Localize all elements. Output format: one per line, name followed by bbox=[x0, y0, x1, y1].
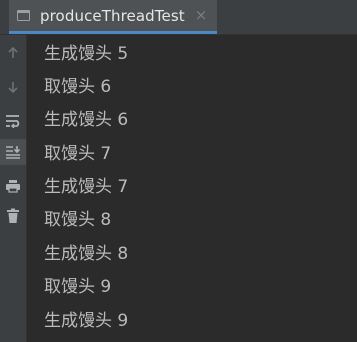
up-arrow-icon[interactable] bbox=[0, 40, 26, 66]
console-line: 生成馒头 7 bbox=[44, 177, 129, 197]
console-line: 取馒头 9 bbox=[44, 277, 112, 297]
soft-wrap-icon[interactable] bbox=[0, 108, 26, 134]
close-icon[interactable]: × bbox=[195, 8, 208, 23]
console-line: 生成馒头 6 bbox=[44, 110, 129, 130]
console-line: 生成馒头 9 bbox=[44, 311, 129, 331]
tab-bar: produceThreadTest × bbox=[0, 0, 357, 35]
tab-produce-thread-test[interactable]: produceThreadTest × bbox=[9, 0, 218, 34]
tab-title: produceThreadTest bbox=[40, 6, 185, 25]
console-line: 取馒头 8 bbox=[44, 210, 112, 230]
console-line: 生成馒头 5 bbox=[44, 44, 129, 64]
run-console-window: produceThreadTest × 生成馒头 5 取馒头 6 生成馒头 6 … bbox=[0, 0, 357, 342]
console-line: 取馒头 7 bbox=[44, 144, 112, 164]
console-toolbar bbox=[0, 35, 27, 342]
console-output[interactable]: 生成馒头 5 取馒头 6 生成馒头 6 取馒头 7 生成馒头 7 取馒头 8 生… bbox=[27, 35, 357, 342]
console-line: 生成馒头 8 bbox=[44, 244, 129, 264]
print-icon[interactable] bbox=[0, 173, 26, 199]
trash-icon[interactable] bbox=[0, 203, 26, 229]
console-line: 取馒头 6 bbox=[44, 77, 112, 97]
down-arrow-icon[interactable] bbox=[0, 74, 26, 100]
console-window-icon bbox=[17, 10, 30, 21]
scroll-to-end-icon[interactable] bbox=[0, 139, 26, 165]
